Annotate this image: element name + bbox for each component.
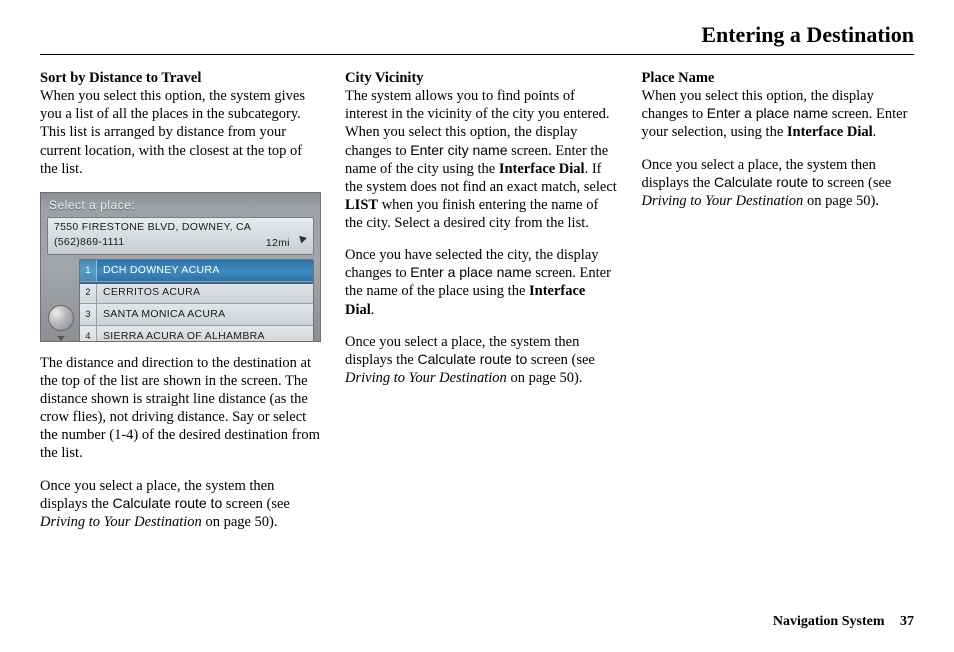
cross-ref: Driving to Your Destination <box>40 514 202 530</box>
text: on page 50). <box>803 193 879 209</box>
scroll-control: DOWN <box>47 259 75 342</box>
col3-para2: Once you select a place, the system then… <box>642 156 915 210</box>
screen-name: Enter a place name <box>410 264 531 280</box>
direction-arrow-icon <box>295 233 309 247</box>
text: when you finish entering the name of the… <box>345 197 598 231</box>
screen-name: Enter a place name <box>707 105 828 121</box>
nav-row-num: 4 <box>80 326 97 342</box>
text: on page 50). <box>507 370 583 386</box>
text: screen (see <box>222 496 290 512</box>
control-name: Interface Dial <box>787 124 873 140</box>
text: . <box>371 302 375 318</box>
col1-p2: The distance and direction to the destin… <box>40 354 321 463</box>
screen-name: Calculate route to <box>418 351 528 367</box>
text: . <box>873 124 877 140</box>
column-3: Place Name When you select this option, … <box>642 69 915 545</box>
cross-ref: Driving to Your Destination <box>345 370 507 386</box>
column-1: Sort by Distance to Travel When you sele… <box>40 69 321 545</box>
nav-row-4: 4 SIERRA ACURA OF ALHAMBRA <box>80 326 313 342</box>
footer-label: Navigation System <box>773 614 885 629</box>
col2-para2: Once you have selected the city, the dis… <box>345 246 618 319</box>
column-2: City Vicinity The system allows you to f… <box>345 69 618 545</box>
dial-knob-icon <box>48 305 74 331</box>
nav-row-num: 2 <box>80 282 97 303</box>
nav-screenshot: Select a place: 7550 FIRESTONE BLVD, DOW… <box>40 192 321 342</box>
columns: Sort by Distance to Travel When you sele… <box>40 69 914 545</box>
col3-para1: Place Name When you select this option, … <box>642 69 915 142</box>
nav-row-1: 1 DCH DOWNEY ACURA <box>80 260 313 282</box>
nav-row-label: DCH DOWNEY ACURA <box>97 264 220 277</box>
col2-para3: Once you select a place, the system then… <box>345 333 618 387</box>
nav-row-label: CERRITOS ACURA <box>97 286 200 299</box>
col1-p3: Once you select a place, the system then… <box>40 477 321 531</box>
nav-row-3: 3 SANTA MONICA ACURA <box>80 304 313 326</box>
nav-row-label: SANTA MONICA ACURA <box>97 308 225 321</box>
nav-row-num: 3 <box>80 304 97 325</box>
page-title: Entering a Destination <box>40 22 914 48</box>
divider <box>40 54 914 55</box>
col1-para1: Sort by Distance to Travel When you sele… <box>40 69 321 178</box>
screen-name: Enter city name <box>410 142 507 158</box>
nav-address: 7550 FIRESTONE BLVD, DOWNEY, CA <box>54 221 307 234</box>
col1-heading: Sort by Distance to Travel <box>40 70 201 86</box>
nav-distance: 12mi <box>266 237 290 249</box>
text: screen (see <box>527 352 595 368</box>
col3-heading: Place Name <box>642 70 715 86</box>
nav-title: Select a place: <box>41 193 320 217</box>
col2-heading: City Vicinity <box>345 70 424 86</box>
text: screen (see <box>824 175 892 191</box>
nav-phone: (562)869-1111 <box>54 236 124 249</box>
nav-result-list: 1 DCH DOWNEY ACURA 2 CERRITOS ACURA 3 SA… <box>79 259 314 342</box>
col1-p1: When you select this option, the system … <box>40 88 305 177</box>
nav-row-num: 1 <box>80 260 97 281</box>
text: on page 50). <box>202 514 278 530</box>
nav-row-label: SIERRA ACURA OF ALHAMBRA <box>97 330 265 342</box>
page-number: 37 <box>900 614 914 629</box>
footer: Navigation System 37 <box>773 614 914 630</box>
screen-name: Calculate route to <box>113 495 223 511</box>
col2-para1: City Vicinity The system allows you to f… <box>345 69 618 232</box>
nav-distance-wrap: 12mi <box>266 236 307 250</box>
control-name: LIST <box>345 197 378 213</box>
down-label: DOWN <box>49 341 73 342</box>
nav-info-panel: 7550 FIRESTONE BLVD, DOWNEY, CA (562)869… <box>47 217 314 255</box>
nav-row-2: 2 CERRITOS ACURA <box>80 282 313 304</box>
control-name: Interface Dial <box>499 161 585 177</box>
screen-name: Calculate route to <box>714 174 824 190</box>
cross-ref: Driving to Your Destination <box>642 193 804 209</box>
